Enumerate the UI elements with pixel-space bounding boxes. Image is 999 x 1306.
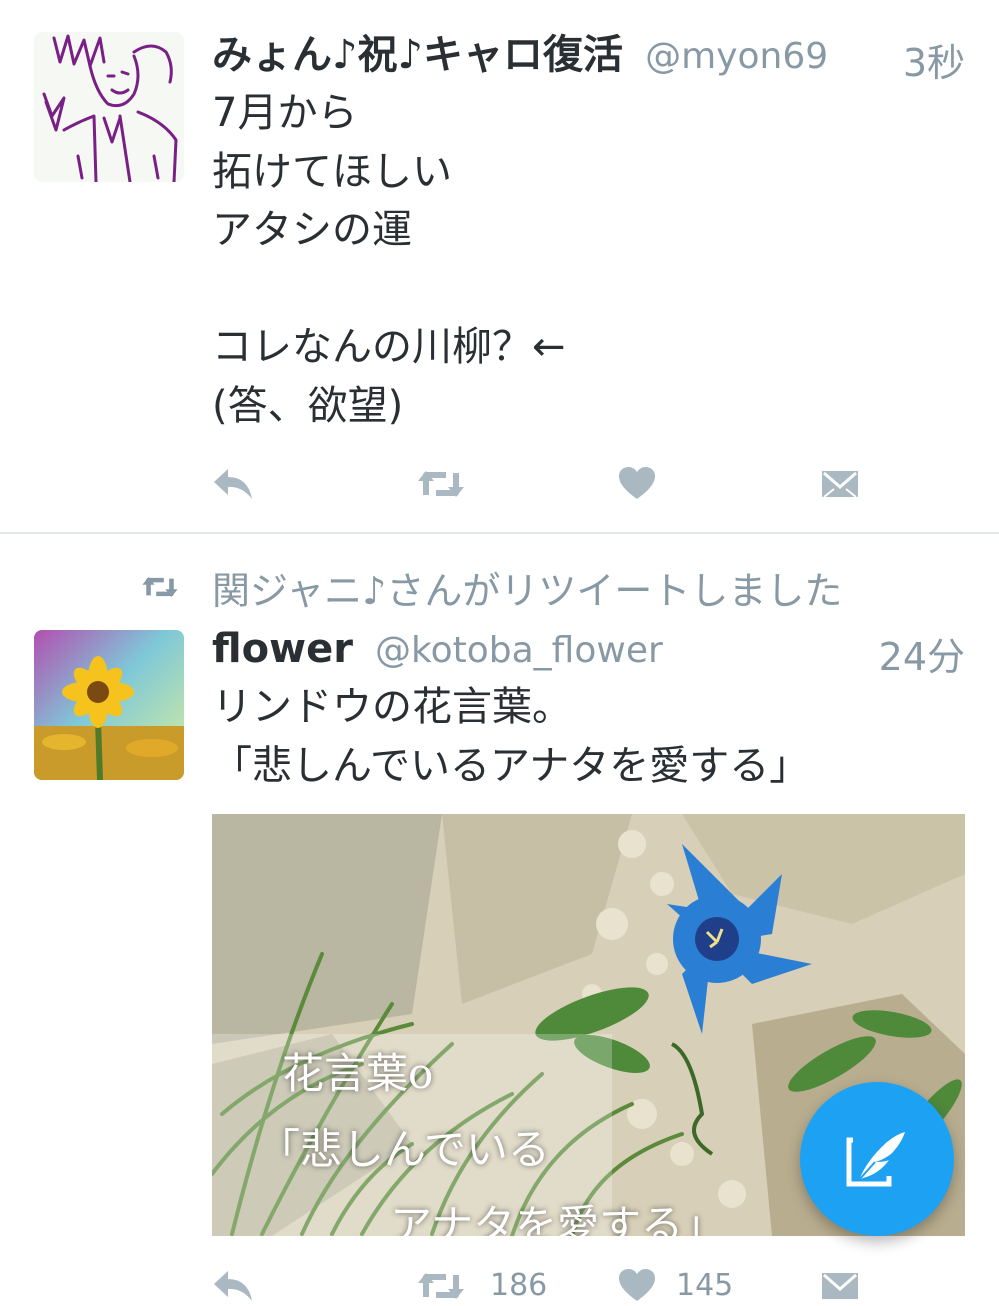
tweet-actions [0, 464, 999, 504]
retweet-icon [418, 1273, 464, 1299]
retweet-button[interactable] [416, 1266, 466, 1306]
retweet-context-icon [142, 577, 178, 597]
like-button[interactable] [612, 1266, 662, 1306]
tweet-line: アタシの運 [212, 207, 412, 253]
reply-button[interactable] [208, 464, 258, 504]
retweet-icon [418, 471, 464, 497]
retweeted-by-label: 関ジャニ♪さんがリツイートしました [212, 568, 843, 613]
display-name[interactable]: flower [212, 626, 353, 672]
like-button[interactable] [612, 464, 662, 504]
overlay-line: 「悲しんでいる [258, 1125, 550, 1174]
tweet-1[interactable]: みょん♪祝♪キャロ復活 @myon69 3秒 7月から 拓けてほしい アタシの運… [0, 0, 999, 532]
tweet-line: コレなんの川柳？← [212, 324, 566, 370]
tweet-line: (答、欲望) [212, 382, 404, 429]
avatar-sunflower[interactable] [34, 630, 184, 780]
reply-icon [214, 469, 252, 499]
heart-icon [619, 1269, 655, 1301]
retweet-count: 186 [490, 1268, 548, 1303]
tweet-time[interactable]: 24分 [879, 626, 965, 681]
avatar-sketch[interactable] [34, 32, 184, 182]
tweet-text: 7月から 拓けてほしい アタシの運 コレなんの川柳？← (答、欲望) [212, 84, 566, 435]
handle[interactable]: @myon69 [645, 36, 828, 77]
retweet-button[interactable] [416, 464, 466, 504]
envelope-icon [822, 471, 858, 498]
sunflower-avatar-image [34, 630, 184, 780]
overlay-line: 花言葉o [282, 1049, 434, 1098]
tweet-line: 拓けてほしい [212, 148, 452, 195]
tweet-line: リンドウの花言葉。 [212, 684, 572, 730]
overlay-line: アナタを愛する」 [390, 1201, 726, 1236]
tweet-header: flower @kotoba_flower [212, 626, 872, 674]
media-overlay-text: 花言葉o 「悲しんでいる アナタを愛する」 [258, 1036, 725, 1236]
tweet-line: 「悲しんでいるアナタを愛する」 [212, 742, 810, 789]
dm-button[interactable] [815, 464, 865, 504]
tweet-actions: 186 145 [0, 1266, 999, 1306]
compose-quill-icon [846, 1132, 905, 1187]
sketch-avatar-image [42, 34, 178, 182]
tweet-time[interactable]: 3秒 [903, 32, 965, 87]
heart-icon [619, 467, 655, 499]
tweet-header: みょん♪祝♪キャロ復活 @myon69 [212, 32, 972, 80]
display-name[interactable]: みょん♪祝♪キャロ復活 [212, 32, 623, 78]
compose-tweet-button[interactable] [800, 1082, 954, 1236]
retweet-context[interactable]: 関ジャニ♪さんがリツイートしました [140, 564, 842, 613]
like-count: 145 [676, 1268, 734, 1303]
handle[interactable]: @kotoba_flower [375, 630, 663, 671]
reply-button[interactable] [208, 1266, 258, 1306]
tweet-line: 7月から [212, 90, 358, 136]
envelope-icon [822, 1273, 858, 1299]
dm-button[interactable] [815, 1266, 865, 1306]
tweet-text: リンドウの花言葉。 「悲しんでいるアナタを愛する」 [212, 678, 809, 795]
reply-icon [214, 1271, 252, 1301]
